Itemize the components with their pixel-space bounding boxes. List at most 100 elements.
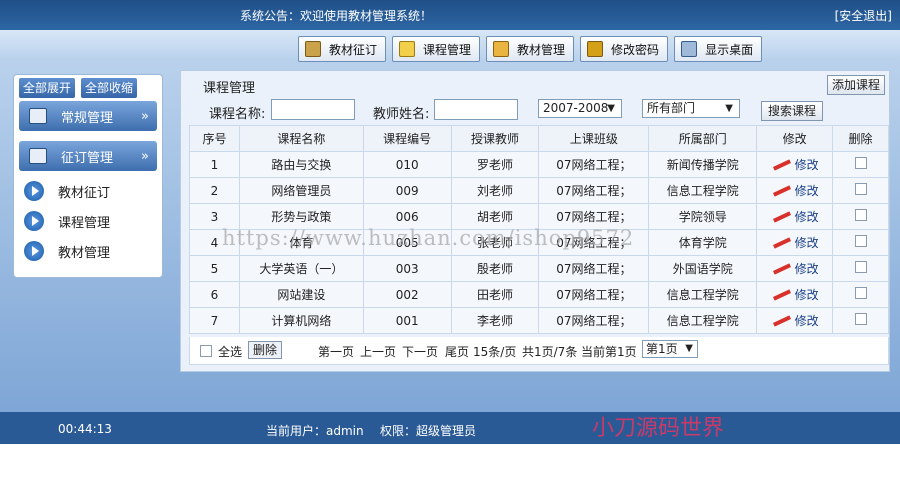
dropdown-arrow-icon: ▼ [725, 103, 733, 114]
select-all-checkbox[interactable] [200, 345, 212, 357]
last-page-link[interactable]: 尾页 [445, 343, 469, 360]
top-bar: 系统公告：欢迎使用教材管理系统！ [安全退出] [0, 0, 900, 30]
page-select[interactable]: 第1页 ▼ [642, 340, 698, 358]
add-course-button[interactable]: 添加课程 [826, 75, 885, 95]
col-header: 修改 [756, 125, 834, 152]
main-area: 教材征订 课程管理 教材管理 修改密码 显示桌面 全部展开 全部收缩 常规管理 … [0, 30, 900, 412]
sidebar-item-label: 教材管理 [58, 245, 111, 261]
collapse-all-button[interactable]: 全部收缩 [81, 78, 138, 98]
settings-icon [29, 108, 47, 124]
row-checkbox[interactable] [854, 235, 867, 247]
course-icon [399, 41, 416, 57]
textbook-icon [493, 41, 510, 57]
table-header-row: 序号 课程名称 课程编号 授课教师 上课班级 所属部门 修改 删除 [189, 125, 889, 152]
play-icon [24, 241, 44, 261]
year-select[interactable]: 2007-2008 ▼ [538, 99, 622, 118]
department-value: 所有部门 [647, 101, 696, 115]
edit-link[interactable]: 修改 [771, 234, 819, 251]
pencil-icon [771, 158, 793, 170]
delete-button[interactable]: 删除 [248, 341, 283, 359]
cell-no: 1 [189, 151, 240, 178]
pencil-icon [771, 288, 793, 300]
expand-all-button[interactable]: 全部展开 [19, 78, 76, 98]
show-desktop-label: 显示桌面 [705, 42, 754, 57]
department-select[interactable]: 所有部门 ▼ [642, 99, 740, 118]
edit-label: 修改 [794, 235, 819, 250]
sidebar-item-book-order[interactable]: 教材征订 [24, 181, 110, 201]
sidebar-item-course[interactable]: 课程管理 [24, 211, 110, 231]
edit-label: 修改 [794, 157, 819, 172]
watermark-brand: 小刀源码世界 [592, 416, 725, 441]
cell-code: 009 [362, 177, 452, 204]
cell-class: 07网络工程； [538, 307, 650, 334]
change-password-label: 修改密码 [611, 42, 660, 57]
pencil-icon [771, 262, 793, 274]
edit-link[interactable]: 修改 [771, 182, 819, 199]
sidebar: 全部展开 全部收缩 常规管理 » 征订管理 » 教材征订 课程管理 教材管理 [13, 74, 163, 278]
edit-link[interactable]: 修改 [771, 286, 819, 303]
course-manage-button[interactable]: 课程管理 [392, 36, 481, 62]
status-bar: 00:44:13 当前用户：admin 权限：超级管理员 [0, 412, 900, 444]
sidebar-item-label: 课程管理 [58, 215, 111, 231]
course-name-input[interactable] [271, 99, 355, 120]
table-row: 5 大学英语（一） 003 殷老师 07网络工程； 外国语学院 修改 [189, 255, 889, 282]
cell-edit: 修改 [756, 203, 834, 230]
row-checkbox[interactable] [854, 183, 867, 195]
col-header: 删除 [832, 125, 889, 152]
cell-no: 6 [189, 281, 240, 308]
toolbar: 教材征订 课程管理 教材管理 修改密码 显示桌面 [298, 36, 763, 64]
cell-teacher: 田老师 [450, 281, 540, 308]
search-row: 课程名称: 教师姓名: 2007-2008 ▼ 所有部门 ▼ 搜索课程 [181, 99, 891, 123]
row-checkbox[interactable] [854, 287, 867, 299]
row-checkbox[interactable] [854, 313, 867, 325]
edit-label: 修改 [794, 287, 819, 302]
col-header: 上课班级 [538, 125, 650, 152]
cell-dept: 信息工程学院 [648, 281, 758, 308]
current-user-text: 当前用户：admin [266, 424, 364, 438]
cell-delete [832, 281, 889, 308]
logout-link[interactable]: [安全退出] [835, 7, 892, 24]
per-page-text: 15条/页 [473, 345, 517, 359]
row-checkbox[interactable] [854, 157, 867, 169]
sidebar-section-order[interactable]: 征订管理 » [19, 141, 157, 171]
textbook-manage-button[interactable]: 教材管理 [486, 36, 575, 62]
book-order-icon [305, 41, 321, 57]
cell-class: 07网络工程； [538, 177, 650, 204]
cell-dept: 新闻传播学院 [648, 151, 758, 178]
sidebar-section-general[interactable]: 常规管理 » [19, 101, 157, 131]
textbook-manage-label: 教材管理 [517, 42, 566, 57]
col-header: 所属部门 [648, 125, 758, 152]
clock-text: 00:44:13 [58, 422, 112, 436]
desktop-icon [681, 41, 698, 57]
chevron-right-icon: » [141, 148, 149, 164]
book-order-label: 教材征订 [329, 42, 378, 57]
edit-link[interactable]: 修改 [771, 312, 819, 329]
book-order-button[interactable]: 教材征订 [298, 36, 387, 62]
prev-page-link[interactable]: 上一页 [360, 343, 396, 360]
cell-dept: 外国语学院 [648, 255, 758, 282]
search-course-button[interactable]: 搜索课程 [761, 101, 824, 121]
cell-edit: 修改 [756, 255, 834, 282]
next-page-link[interactable]: 下一页 [402, 343, 438, 360]
pencil-icon [771, 210, 793, 222]
course-manage-label: 课程管理 [423, 42, 472, 57]
cell-code: 002 [362, 281, 452, 308]
edit-link[interactable]: 修改 [771, 156, 819, 173]
change-password-button[interactable]: 修改密码 [580, 36, 669, 62]
sidebar-item-textbook[interactable]: 教材管理 [24, 241, 110, 261]
cell-edit: 修改 [756, 307, 834, 334]
edit-link[interactable]: 修改 [771, 208, 819, 225]
show-desktop-button[interactable]: 显示桌面 [674, 36, 763, 62]
table-row: 2 网络管理员 009 刘老师 07网络工程； 信息工程学院 修改 [189, 177, 889, 204]
edit-label: 修改 [794, 209, 819, 224]
section-label: 征订管理 [61, 150, 114, 166]
cell-name: 网络管理员 [238, 177, 364, 204]
row-checkbox[interactable] [854, 261, 867, 273]
edit-link[interactable]: 修改 [771, 260, 819, 277]
cell-name: 路由与交换 [238, 151, 364, 178]
first-page-link[interactable]: 第一页 [318, 343, 354, 360]
cell-name: 计算机网络 [238, 307, 364, 334]
row-checkbox[interactable] [854, 209, 867, 221]
cell-dept: 信息工程学院 [648, 307, 758, 334]
teacher-name-input[interactable] [434, 99, 518, 120]
